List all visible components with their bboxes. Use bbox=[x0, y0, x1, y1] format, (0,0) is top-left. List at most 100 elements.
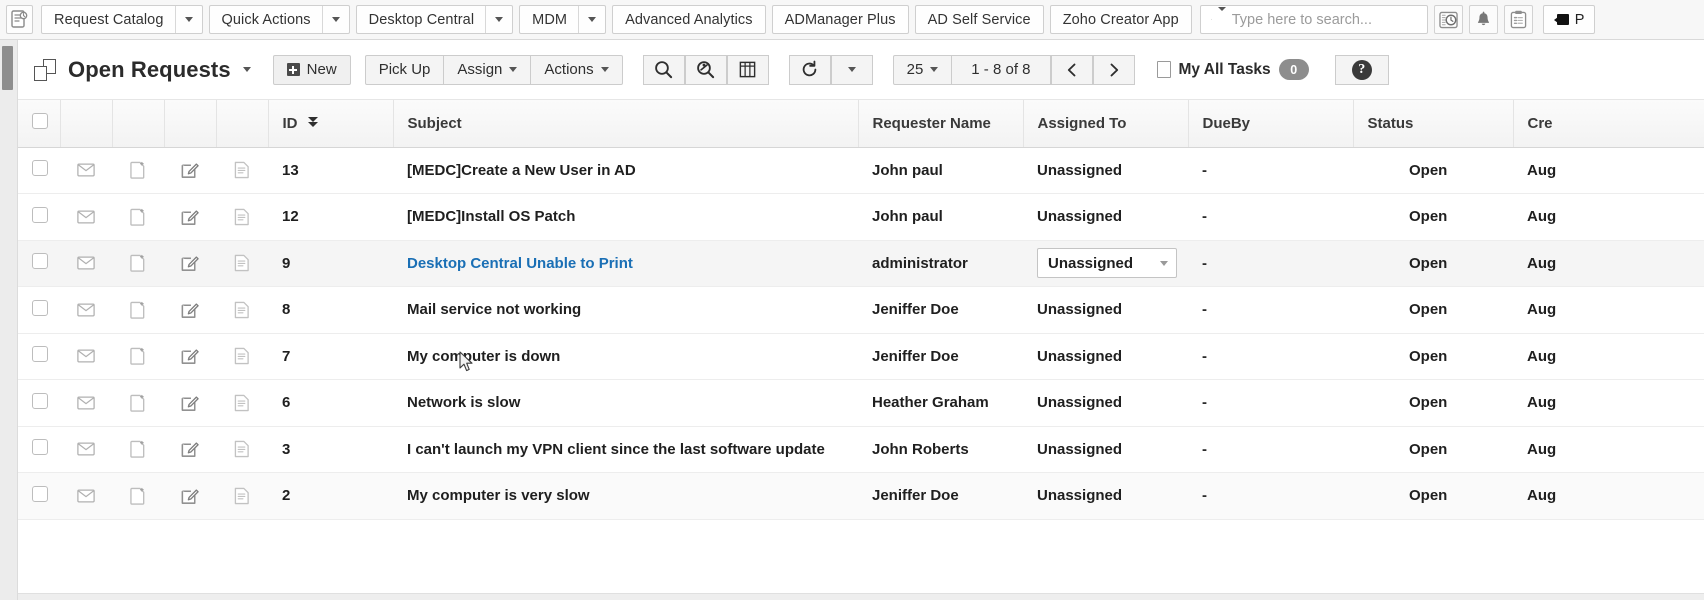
row-checkbox[interactable] bbox=[32, 253, 48, 270]
edit-pencil-icon[interactable] bbox=[178, 440, 202, 458]
document-lines-icon[interactable] bbox=[230, 208, 254, 226]
document-lines-icon[interactable] bbox=[230, 394, 254, 412]
row-note-cell[interactable] bbox=[112, 472, 164, 520]
row-select-cell[interactable] bbox=[18, 286, 60, 334]
refresh-button[interactable] bbox=[788, 54, 831, 85]
row-doc-cell[interactable] bbox=[216, 333, 268, 380]
row-edit-cell[interactable] bbox=[164, 286, 216, 334]
edit-pencil-icon[interactable] bbox=[178, 301, 202, 319]
chevron-down-icon[interactable] bbox=[174, 6, 202, 33]
help-button[interactable]: ? bbox=[1334, 54, 1389, 85]
row-mail-cell[interactable] bbox=[60, 147, 112, 194]
row-checkbox[interactable] bbox=[32, 439, 48, 456]
add-note-icon[interactable] bbox=[126, 208, 150, 226]
row-mail-cell[interactable] bbox=[60, 286, 112, 334]
document-lines-icon[interactable] bbox=[230, 301, 254, 319]
row-edit-cell[interactable] bbox=[164, 147, 216, 194]
row-mail-cell[interactable] bbox=[60, 193, 112, 241]
search-icon-button[interactable] bbox=[642, 54, 685, 85]
row-doc-cell[interactable] bbox=[216, 240, 268, 287]
add-note-icon[interactable] bbox=[126, 347, 150, 365]
refresh-options-button[interactable] bbox=[830, 54, 873, 85]
row-subject-cell[interactable]: [MEDC]Install OS Patch bbox=[393, 193, 858, 241]
edit-pencil-icon[interactable] bbox=[178, 394, 202, 412]
row-doc-cell[interactable] bbox=[216, 426, 268, 473]
document-lines-icon[interactable] bbox=[230, 487, 254, 505]
requester-name-column-header[interactable]: Requester Name bbox=[858, 100, 1024, 148]
row-select-cell[interactable] bbox=[18, 333, 60, 380]
table-row[interactable]: 9 Desktop Central Unable to Print administ… bbox=[18, 240, 1704, 287]
row-checkbox[interactable] bbox=[32, 299, 48, 316]
subject-link[interactable]: Desktop Central Unable to Print bbox=[407, 255, 633, 272]
row-doc-cell[interactable] bbox=[216, 147, 268, 194]
row-mail-cell[interactable] bbox=[60, 379, 112, 427]
row-mail-cell[interactable] bbox=[60, 240, 112, 287]
bell-notification-icon[interactable] bbox=[1468, 5, 1498, 34]
row-subject-cell[interactable]: My computer is very slow bbox=[393, 472, 858, 520]
document-lines-icon[interactable] bbox=[230, 440, 254, 458]
add-note-icon[interactable] bbox=[126, 487, 150, 505]
subject-column-header[interactable]: Subject bbox=[393, 100, 859, 148]
row-assigned-to-cell[interactable]: Unassigned bbox=[1023, 286, 1188, 334]
add-note-icon[interactable] bbox=[126, 394, 150, 412]
row-select-cell[interactable] bbox=[18, 426, 60, 473]
edit-pencil-icon[interactable] bbox=[178, 208, 202, 226]
row-subject-cell[interactable]: I can't launch my VPN client since the l… bbox=[393, 426, 858, 473]
row-note-cell[interactable] bbox=[112, 286, 164, 334]
advanced-search-button[interactable] bbox=[684, 54, 727, 85]
menu-desktop-central[interactable]: Desktop Central bbox=[355, 5, 514, 34]
add-note-icon[interactable] bbox=[126, 301, 150, 319]
clipboard-tasks-icon[interactable] bbox=[1503, 5, 1533, 34]
chevron-down-icon[interactable] bbox=[321, 6, 349, 33]
add-note-icon[interactable] bbox=[126, 161, 150, 179]
row-subject-cell[interactable]: [MEDC]Create a New User in AD bbox=[393, 147, 858, 194]
row-checkbox[interactable] bbox=[32, 160, 48, 177]
chevron-down-icon[interactable] bbox=[485, 6, 512, 33]
select-all-checkbox[interactable] bbox=[32, 113, 48, 130]
row-doc-cell[interactable] bbox=[216, 472, 268, 520]
record-button[interactable]: P bbox=[1542, 5, 1596, 34]
envelope-icon[interactable] bbox=[74, 396, 98, 410]
row-select-cell[interactable] bbox=[18, 240, 60, 287]
row-checkbox[interactable] bbox=[32, 392, 48, 409]
row-checkbox[interactable] bbox=[32, 485, 48, 502]
id-column-header[interactable]: ID bbox=[268, 100, 394, 148]
view-selector[interactable]: Open Requests bbox=[34, 57, 251, 83]
history-clock-icon[interactable] bbox=[1433, 5, 1463, 34]
my-all-tasks[interactable]: My All Tasks 0 bbox=[1156, 59, 1309, 80]
page-size-selector[interactable]: 25 bbox=[892, 54, 953, 85]
row-edit-cell[interactable] bbox=[164, 193, 216, 241]
envelope-icon[interactable] bbox=[74, 163, 98, 177]
row-assigned-to-cell[interactable]: Unassigned bbox=[1023, 240, 1188, 287]
previous-page-button[interactable] bbox=[1050, 54, 1093, 85]
new-request-button[interactable]: New bbox=[272, 54, 351, 85]
row-note-cell[interactable] bbox=[112, 426, 164, 473]
add-note-icon[interactable] bbox=[126, 440, 150, 458]
row-assigned-to-cell[interactable]: Unassigned bbox=[1023, 333, 1188, 380]
edit-pencil-icon[interactable] bbox=[178, 161, 202, 179]
search-input[interactable] bbox=[1231, 11, 1419, 28]
actions-button[interactable]: Actions bbox=[530, 54, 623, 85]
row-note-cell[interactable] bbox=[112, 333, 164, 380]
row-select-cell[interactable] bbox=[18, 379, 60, 427]
table-row[interactable]: 7 My computer is down Jeniffer Doe Unassign… bbox=[18, 333, 1704, 380]
table-row[interactable]: 3 I can't launch my VPN client since the … bbox=[18, 426, 1704, 473]
menu-mdm[interactable]: MDM bbox=[519, 5, 607, 34]
double-chevron-down-icon[interactable] bbox=[307, 116, 319, 130]
document-lines-icon[interactable] bbox=[230, 161, 254, 179]
envelope-icon[interactable] bbox=[74, 489, 98, 503]
table-row[interactable]: 8 Mail service not working Jeniffer Doe Una… bbox=[18, 286, 1704, 334]
row-edit-cell[interactable] bbox=[164, 426, 216, 473]
row-note-cell[interactable] bbox=[112, 240, 164, 287]
assign-button[interactable]: Assign bbox=[443, 54, 532, 85]
sidebar-collapse-handle[interactable] bbox=[2, 46, 13, 90]
row-edit-cell[interactable] bbox=[164, 472, 216, 520]
row-subject-cell[interactable]: Mail service not working bbox=[393, 286, 858, 334]
assigned-to-select[interactable]: Unassigned bbox=[1037, 248, 1177, 279]
envelope-icon[interactable] bbox=[74, 256, 98, 270]
row-select-cell[interactable] bbox=[18, 193, 60, 241]
row-edit-cell[interactable] bbox=[164, 240, 216, 287]
row-mail-cell[interactable] bbox=[60, 426, 112, 473]
chevron-down-icon[interactable] bbox=[1217, 6, 1226, 29]
menu-ad-self-service[interactable]: AD Self Service bbox=[914, 5, 1044, 34]
